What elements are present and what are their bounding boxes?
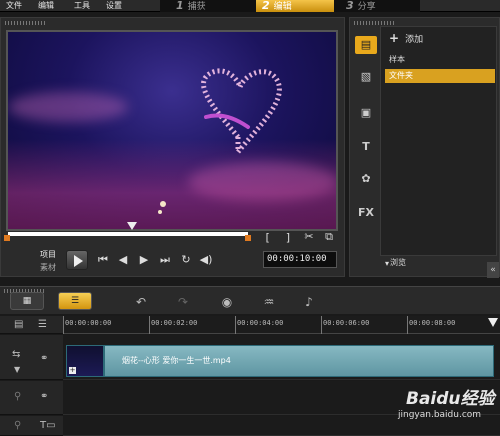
ruler-tick (63, 316, 64, 334)
playhead[interactable] (488, 318, 498, 327)
redo-icon[interactable]: ↷ (174, 294, 192, 310)
link-icon[interactable]: ⚲ (14, 391, 21, 402)
menu-tools[interactable]: 工具 (74, 0, 90, 11)
scrubber-bar[interactable] (8, 232, 248, 236)
plus-icon: + (389, 31, 400, 45)
clip-thumbnail[interactable]: + (66, 345, 104, 377)
go-to-end-icon[interactable]: ⏭ (158, 254, 172, 266)
chevron-down-icon[interactable]: ▼ (14, 365, 20, 374)
play-button[interactable] (66, 250, 88, 270)
title-track-header: ⚲ T▭ (0, 416, 63, 436)
trim-in-marker[interactable] (4, 235, 10, 241)
library-item[interactable]: 样本 (385, 53, 495, 67)
panel-grip[interactable] (354, 21, 394, 25)
step-number: 2 (262, 0, 270, 12)
ripple-edit-icon[interactable]: ⇆ (12, 349, 20, 360)
preview-video (6, 30, 338, 231)
timeline-ruler[interactable]: 00:00:00:00 00:00:02:00 00:00:04:00 00:0… (63, 316, 500, 334)
step-label: 编辑 (273, 2, 292, 12)
timecode-display[interactable]: 00:00:10:00 (263, 251, 337, 268)
transition-icon[interactable]: ▧ (355, 68, 377, 86)
overlay-track-icon[interactable]: ⚭ (40, 391, 48, 402)
record-capture-icon[interactable]: ◉ (218, 294, 236, 310)
step-edit[interactable]: 2 编辑 (256, 0, 334, 12)
ruler-tick (321, 316, 322, 334)
mark-in-button[interactable]: [ (264, 231, 271, 244)
baidu-watermark: Baidu经验 jingyan.baidu.com (388, 384, 500, 434)
library-panel: ▤ ▧ ▣ T ✿ FX + 添加 样本 文件夹 ▾ 浏览 « (349, 17, 500, 278)
ruler-header: ▤ ☰ (0, 316, 63, 334)
library-list: + 添加 样本 文件夹 (380, 26, 497, 256)
ruler-tick (235, 316, 236, 334)
title-icon[interactable]: ▣ (355, 104, 377, 122)
menu-file[interactable]: 文件 (6, 0, 22, 11)
menu-bar: 文件 编辑 工具 设置 1 捕获 2 编辑 3 分享 (0, 0, 500, 12)
auto-music-icon[interactable]: ♪ (300, 294, 318, 310)
watermark-brand: Baidu经验 (406, 389, 495, 409)
mode-project[interactable]: 项目 (40, 249, 56, 260)
undo-icon[interactable]: ↶ (132, 294, 150, 310)
trim-out-marker[interactable] (245, 235, 251, 241)
watermark-url: jingyan.baidu.com (398, 410, 482, 420)
step-capture[interactable]: 1 捕获 (170, 0, 250, 12)
ruler-tick (149, 316, 150, 334)
timeline-view-button[interactable]: ☰ (58, 292, 92, 310)
add-folder-button[interactable]: + 添加 (389, 31, 423, 45)
repeat-icon[interactable]: ↻ (179, 254, 193, 266)
mode-clip[interactable]: 素材 (40, 262, 56, 273)
step-number: 1 (176, 0, 184, 12)
zoom-fit-icon[interactable]: ▤ (14, 319, 23, 330)
fx-icon[interactable]: FX (355, 204, 377, 222)
go-to-start-icon[interactable]: ⏮ (96, 254, 110, 266)
library-item-selected[interactable]: 文件夹 (385, 69, 495, 83)
ruler-tick (407, 316, 408, 334)
browse-button[interactable]: 浏览 (390, 257, 406, 268)
workflow-steps: 1 捕获 2 编辑 3 分享 (160, 0, 420, 12)
ruler-label: 00:00:00:00 (65, 319, 112, 327)
step-number: 3 (346, 0, 354, 12)
copy-icon[interactable]: ⧉ (322, 231, 336, 243)
step-back-icon[interactable]: ◀ (116, 254, 130, 266)
title-track-icon[interactable]: T▭ (40, 420, 56, 431)
graphic-icon[interactable]: ✿ (355, 170, 377, 188)
ruler-label: 00:00:08:00 (409, 319, 456, 327)
collapse-panel-button[interactable]: « (487, 262, 499, 278)
step-forward-icon[interactable]: ▶ (137, 254, 151, 266)
step-label: 分享 (357, 2, 376, 12)
step-share[interactable]: 3 分享 (340, 0, 410, 12)
clip-name: 烟花--心形 爱你一生一世.mp4 (122, 356, 231, 365)
menu-settings[interactable]: 设置 (106, 0, 122, 11)
ruler-label: 00:00:04:00 (237, 319, 284, 327)
storyboard-view-button[interactable]: ▦ (10, 292, 44, 310)
ruler-label: 00:00:02:00 (151, 319, 198, 327)
text-icon[interactable]: T (355, 138, 377, 156)
video-track-icon[interactable]: ⚭ (40, 353, 48, 364)
panel-grip[interactable] (5, 21, 45, 25)
step-label: 捕获 (187, 2, 206, 12)
track-manager-icon[interactable]: ☰ (38, 319, 47, 330)
add-label: 添加 (405, 35, 424, 45)
menu-edit[interactable]: 编辑 (38, 0, 54, 11)
library-tabs: ▤ ▧ ▣ T ✿ FX (350, 26, 380, 278)
video-track-header: ⇆ ▼ ⚭ (0, 335, 63, 380)
scissors-icon[interactable]: ✂ (302, 231, 316, 243)
media-icon[interactable]: ▤ (355, 36, 377, 54)
link-icon[interactable]: ⚲ (14, 420, 21, 431)
volume-icon[interactable]: ◀) (199, 254, 213, 266)
scrubber-handle[interactable] (127, 222, 137, 230)
clip-marker-icon: + (69, 366, 76, 374)
heart-firework-icon (158, 68, 282, 214)
overlay-track-header: ⚲ ⚭ (0, 381, 63, 415)
mark-out-button[interactable]: ] (285, 231, 292, 244)
ruler-label: 00:00:06:00 (323, 319, 370, 327)
audio-mixer-icon[interactable]: ♒ (260, 294, 278, 310)
